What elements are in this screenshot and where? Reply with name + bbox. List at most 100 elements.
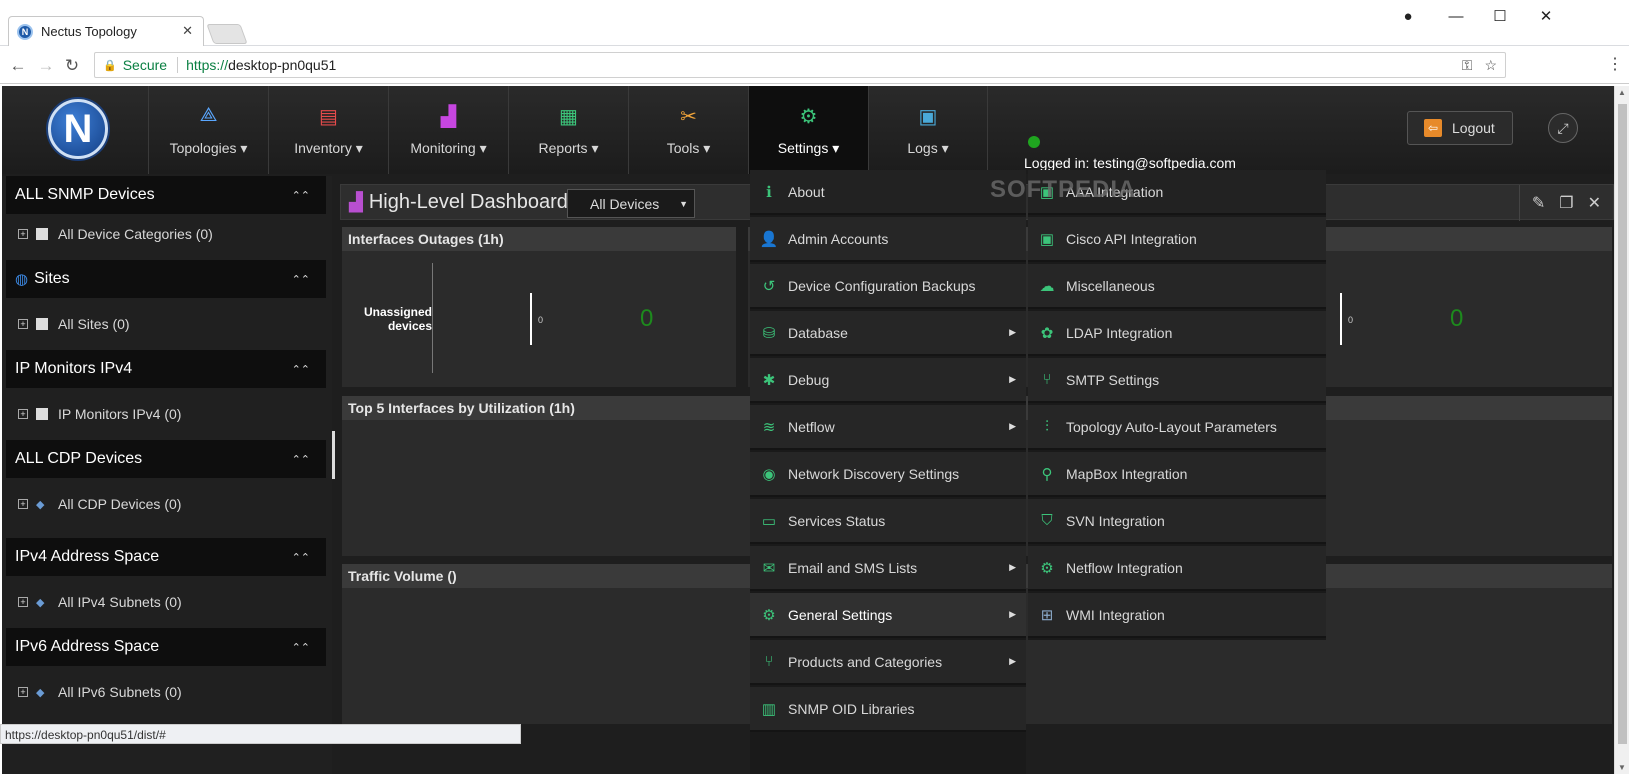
forward-icon[interactable]: →: [36, 56, 56, 76]
menu-item-about[interactable]: ℹ About: [750, 170, 1026, 215]
nav-tools[interactable]: ✂ Tools ▾: [628, 86, 748, 174]
expand-icon[interactable]: +: [18, 229, 28, 239]
collapse-icon[interactable]: ⌃⌃: [292, 273, 310, 286]
submenu-item-miscellaneous[interactable]: ☁ Miscellaneous: [1028, 264, 1326, 309]
submenu-arrow-icon: ▶: [1009, 327, 1016, 337]
restore-icon[interactable]: ❐: [1559, 193, 1573, 213]
menu-item-network-discovery[interactable]: ◉ Network Discovery Settings: [750, 452, 1026, 497]
expand-icon[interactable]: +: [18, 687, 28, 697]
scroll-down-icon[interactable]: ▼: [1618, 763, 1626, 772]
info-icon: ℹ: [766, 183, 772, 201]
nectus-logo[interactable]: N: [48, 99, 108, 159]
outage-count: 0: [640, 305, 654, 332]
logout-button[interactable]: ⇦ Logout: [1407, 111, 1513, 145]
collapse-icon[interactable]: ⌃⌃: [292, 551, 310, 564]
sidebar-scrollbar[interactable]: [332, 431, 335, 479]
sidebar-item-cdp-devices[interactable]: + ◆ All CDP Devices (0): [18, 496, 181, 512]
url-field[interactable]: 🔒 Secure https://desktop-pn0qu51 ⚿ ☆: [94, 52, 1506, 78]
submenu-item-topology-layout[interactable]: ⫶ Topology Auto-Layout Parameters: [1028, 405, 1326, 450]
shield-icon: ⛉: [1041, 512, 1053, 529]
expand-icon[interactable]: +: [18, 319, 28, 329]
submenu-arrow-icon: ▶: [1009, 562, 1016, 572]
fullscreen-toggle-icon[interactable]: ⤢: [1548, 113, 1578, 143]
menu-item-config-backups[interactable]: ↺ Device Configuration Backups: [750, 264, 1026, 309]
submenu-item-svn[interactable]: ⛉ SVN Integration: [1028, 499, 1326, 544]
nav-topologies[interactable]: ⟁ Topologies ▾: [148, 86, 268, 174]
browser-menu-icon[interactable]: ⋮: [1607, 54, 1623, 74]
sidebar-header-ipv4[interactable]: IPv4 Address Space ⌃⌃: [6, 538, 326, 576]
collapse-icon[interactable]: ⌃⌃: [292, 453, 310, 466]
menu-item-services-status[interactable]: ▭ Services Status: [750, 499, 1026, 544]
collapse-icon[interactable]: ⌃⌃: [292, 641, 310, 654]
menu-item-email-sms[interactable]: ✉ Email and SMS Lists ▶: [750, 546, 1026, 591]
bookmark-star-icon[interactable]: ☆: [1484, 57, 1497, 74]
sidebar-item-ip-monitors[interactable]: + IP Monitors IPv4 (0): [18, 406, 181, 422]
profile-icon[interactable]: ●: [1388, 4, 1428, 28]
collapse-icon[interactable]: ⌃⌃: [292, 363, 310, 376]
database-icon: ⛁: [762, 324, 776, 342]
sidebar-header-ipv6[interactable]: IPv6 Address Space ⌃⌃: [6, 628, 326, 666]
menu-item-netflow[interactable]: ≋ Netflow ▶: [750, 405, 1026, 450]
expand-icon[interactable]: +: [18, 597, 28, 607]
link-status-bubble: https://desktop-pn0qu51/dist/#: [0, 724, 521, 744]
sidebar-item-sites[interactable]: + All Sites (0): [18, 316, 130, 332]
minimize-button[interactable]: —: [1436, 4, 1476, 28]
windows-icon: ⊞: [1040, 606, 1054, 624]
menu-item-database[interactable]: ⛁ Database ▶: [750, 311, 1026, 356]
envelope-icon: ✉: [762, 559, 776, 577]
nav-inventory[interactable]: ▤ Inventory ▾: [268, 86, 388, 174]
menu-item-admin-accounts[interactable]: 👤 Admin Accounts: [750, 217, 1026, 262]
menu-item-debug[interactable]: ✱ Debug ▶: [750, 358, 1026, 403]
maximize-button[interactable]: ☐: [1480, 4, 1520, 28]
key-icon[interactable]: ⚿: [1462, 57, 1473, 74]
attach-icon[interactable]: ✎: [1532, 193, 1545, 213]
sidebar-header-cdp[interactable]: ALL CDP Devices ⌃⌃: [6, 440, 326, 478]
pulse-icon: ▭: [761, 512, 777, 530]
outage-axis: [530, 293, 532, 345]
book-icon: ▥: [761, 700, 777, 718]
device-icon: ◆: [36, 499, 45, 511]
folder-icon: [36, 228, 48, 240]
sidebar-header-snmp[interactable]: ALL SNMP Devices ⌃⌃: [6, 176, 326, 214]
nav-logs[interactable]: ▣ Logs ▾: [868, 86, 988, 174]
sidebar-header-sites[interactable]: ◍ Sites ⌃⌃: [6, 260, 326, 298]
sidebar-header-ip-monitors[interactable]: IP Monitors IPv4 ⌃⌃: [6, 350, 326, 388]
monitoring-icon: ▟: [440, 105, 457, 128]
new-tab-button[interactable]: [206, 24, 248, 44]
submenu-item-cisco-api[interactable]: ▣ Cisco API Integration: [1028, 217, 1326, 262]
tools-icon: ✂: [680, 105, 697, 128]
menu-item-products-categories[interactable]: ⑂ Products and Categories ▶: [750, 640, 1026, 685]
menu-item-snmp-oid-libraries[interactable]: ▥ SNMP OID Libraries: [750, 687, 1026, 732]
general-settings-submenu: ▣ AAA Integration ▣ Cisco API Integration …: [1028, 170, 1326, 640]
nav-monitoring[interactable]: ▟ Monitoring ▾: [388, 86, 508, 174]
reload-icon[interactable]: ↻: [62, 56, 82, 76]
submenu-item-netflow-integration[interactable]: ⚙ Netflow Integration: [1028, 546, 1326, 591]
submenu-item-ldap[interactable]: ✿ LDAP Integration: [1028, 311, 1326, 356]
nav-settings[interactable]: ⚙ Settings ▾: [748, 86, 868, 174]
close-window-button[interactable]: ✕: [1526, 4, 1566, 28]
back-icon[interactable]: ←: [8, 56, 28, 76]
page-scrollbar[interactable]: ▲ ▼: [1614, 86, 1629, 774]
close-icon[interactable]: ✕: [1588, 193, 1601, 213]
collapse-icon[interactable]: ⌃⌃: [292, 189, 310, 202]
device-filter-dropdown[interactable]: All Devices ▼: [567, 189, 695, 218]
expand-icon[interactable]: +: [18, 499, 28, 509]
tab-title: Nectus Topology: [41, 24, 137, 39]
sidebar-item-ipv6-subnets[interactable]: + ◆ All IPv6 Subnets (0): [18, 684, 182, 700]
watermark: SOFTPEDIA: [990, 176, 1137, 203]
expand-icon[interactable]: +: [18, 409, 28, 419]
logged-in-user: Logged in: testing@softpedia.com: [1024, 155, 1236, 171]
submenu-item-smtp[interactable]: ⑂ SMTP Settings: [1028, 358, 1326, 403]
close-tab-icon[interactable]: ✕: [182, 23, 193, 39]
dashboard-actions: ✎ ❐ ✕: [1518, 185, 1613, 221]
nav-reports[interactable]: ▦ Reports ▾: [508, 86, 628, 174]
browser-tab[interactable]: N Nectus Topology ✕: [8, 16, 204, 46]
menu-item-general-settings[interactable]: ⚙ General Settings ▶: [750, 593, 1026, 638]
scroll-up-icon[interactable]: ▲: [1618, 88, 1626, 97]
panel-title: Interfaces Outages (1h): [342, 227, 736, 251]
sidebar-item-ipv4-subnets[interactable]: + ◆ All IPv4 Subnets (0): [18, 594, 182, 610]
submenu-item-mapbox[interactable]: ⚲ MapBox Integration: [1028, 452, 1326, 497]
branch-icon: ⑂: [764, 653, 774, 670]
submenu-item-wmi[interactable]: ⊞ WMI Integration: [1028, 593, 1326, 638]
sidebar-item-device-categories[interactable]: + All Device Categories (0): [18, 226, 213, 242]
